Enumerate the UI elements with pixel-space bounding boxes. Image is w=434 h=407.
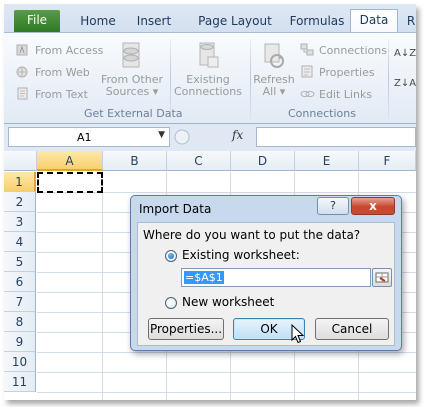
refresh-icon [264,43,284,68]
connections-button[interactable]: Connections [300,43,387,57]
grid-line [102,172,103,400]
row-header[interactable]: 2 [4,192,36,212]
tab-page-layout[interactable]: Page Layout [190,11,280,32]
link-icon [300,91,315,97]
column-header[interactable]: D [231,151,295,171]
from-access-button[interactable]: From Access [16,43,103,57]
properties-icon [301,65,313,78]
chevron-down-icon[interactable]: ▼ [158,130,165,140]
row-header[interactable]: 1 [4,172,36,192]
row-header[interactable]: 8 [4,312,36,332]
existing-worksheet-radio[interactable] [165,250,177,262]
dialog-title: Import Data [139,202,212,216]
database-stack-icon [122,42,140,68]
web-icon [16,66,28,78]
collapse-dialog-button[interactable] [372,268,392,287]
from-access-label: From Access [35,44,104,57]
from-text-label: From Text [35,88,88,101]
existing-connections-button[interactable]: Existing Connections [174,41,242,98]
tab-insert[interactable]: Insert [132,11,176,32]
from-text-button[interactable]: From Text [16,87,88,101]
row-header[interactable]: 7 [4,292,36,312]
import-data-dialog: Import Data ? x Where do you want to put… [130,195,402,351]
properties-ribbon-button[interactable]: Properties [300,65,375,79]
sort-a-to-z-icon[interactable]: A↓Z [394,47,416,60]
connections-label: Connections [319,44,387,57]
tab-formulas[interactable]: Formulas [286,11,348,32]
ribbon-tab-bar: File Home Insert Page Layout Formulas Da… [4,4,416,33]
mouse-pointer-icon [291,324,304,344]
new-worksheet-text: New worksheet [182,295,275,309]
column-header[interactable]: F [359,151,416,171]
dialog-body: Where do you want to put the data? Exist… [137,222,395,346]
connections-icon [300,43,314,56]
new-worksheet-label[interactable]: New worksheet [182,295,274,309]
formula-bar: A1 ▼ fx [4,124,416,151]
range-selector-icon [375,272,389,283]
row-header[interactable]: 3 [4,212,36,232]
text-file-icon [17,87,28,100]
from-other-sources-button[interactable]: From Other Sources ▾ [100,41,164,98]
formula-bar-splitter-icon[interactable] [174,129,190,145]
selected-cell-a1[interactable] [37,172,103,193]
column-header[interactable]: E [295,151,359,171]
existing-worksheet-label[interactable]: Existing worksheet: [182,248,300,262]
refresh-all-button[interactable]: Refresh All ▾ [252,41,296,98]
help-button[interactable]: ? [317,197,349,215]
properties-button[interactable]: Properties... [148,318,224,340]
column-header[interactable]: C [167,151,231,171]
column-header[interactable]: B [103,151,167,171]
existing-line2: Connections [174,85,242,98]
properties-ribbon-label: Properties [319,66,375,79]
reference-value: =$A$1 [184,271,224,284]
ribbon-data: From Access From Web From Text From Othe… [4,32,416,124]
new-worksheet-radio[interactable] [165,297,177,309]
grid-line [37,372,416,373]
reference-input[interactable]: =$A$1 [181,268,371,287]
column-header[interactable]: A [37,151,103,171]
name-box-value: A1 [77,131,92,144]
tab-home[interactable]: Home [76,11,120,32]
name-box[interactable]: A1 ▼ [8,127,170,147]
row-header[interactable]: 6 [4,272,36,292]
chevron-down-icon: ▾ [276,85,286,98]
access-icon [16,44,28,56]
tab-data[interactable]: Data [350,9,398,33]
get-external-data-group-label: Get External Data [84,107,183,120]
row-header[interactable]: 4 [4,232,36,252]
refresh-line2: All [262,85,277,98]
connections-group-label: Connections [288,107,356,120]
formula-input[interactable] [256,127,416,147]
close-button[interactable]: x [351,197,395,215]
ribbon-separator [388,39,389,119]
grid-line [37,352,416,353]
existing-connections-icon [199,42,219,68]
ribbon-separator [250,39,251,119]
chevron-down-icon: ▾ [149,85,159,98]
from-web-label: From Web [35,66,90,79]
tab-file[interactable]: File [14,10,60,32]
grid-line [37,392,416,393]
dialog-question: Where do you want to put the data? [143,228,361,242]
insert-function-icon[interactable]: fx [232,128,243,142]
cancel-button[interactable]: Cancel [315,318,389,340]
row-header[interactable]: 11 [4,372,36,392]
sort-z-to-a-icon[interactable]: Z↓A [394,77,416,90]
from-other-line2: Sources [105,85,150,98]
row-header[interactable]: 5 [4,252,36,272]
tab-review[interactable]: R [404,11,416,32]
excel-window: File Home Insert Page Layout Formulas Da… [4,4,416,400]
row-header[interactable]: 9 [4,332,36,352]
row-header[interactable]: 10 [4,352,36,372]
edit-links-label: Edit Links [319,88,373,101]
edit-links-button[interactable]: Edit Links [300,87,372,101]
select-all-corner[interactable] [4,151,37,171]
from-web-button[interactable]: From Web [16,65,90,79]
existing-worksheet-text: Existing worksheet: [182,248,300,262]
